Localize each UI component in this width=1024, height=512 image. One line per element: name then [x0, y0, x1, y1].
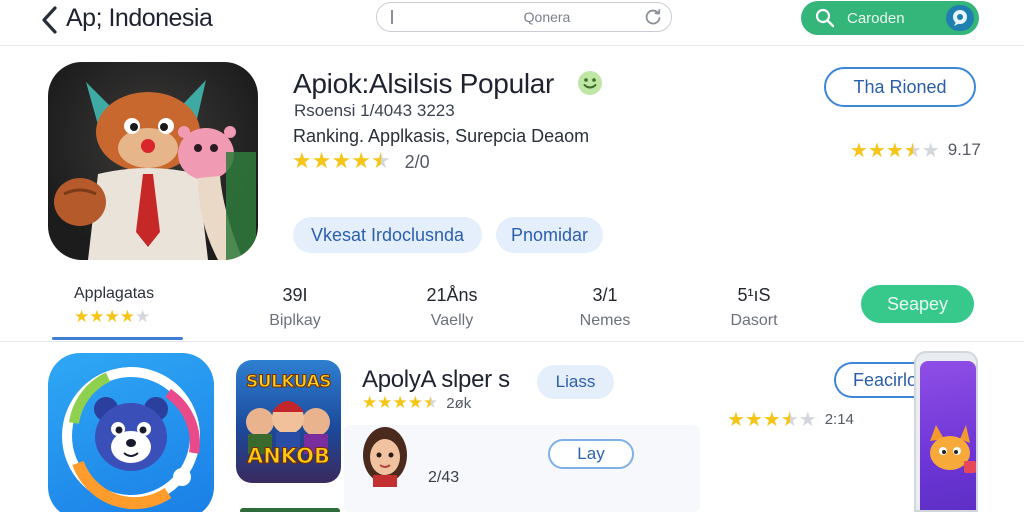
list-right-rating: ★ ★ ★ ★ ★ 2:14 — [727, 409, 854, 429]
star-icon: ★ — [89, 307, 105, 327]
side-rating-value: 9.17 — [947, 140, 981, 159]
tag-pill-2[interactable]: Pnomidar — [496, 217, 603, 253]
app-title: Ap; Indonesia — [66, 4, 213, 32]
stat-item-2: 21Åns Vaelly — [410, 285, 494, 330]
list-item-rating-value: 2øk — [446, 395, 472, 412]
featured-rating-value: 2/0 — [404, 151, 430, 172]
star-icon: ★ — [423, 393, 439, 413]
stat-value: 5¹ıS — [737, 285, 771, 305]
phone-preview — [914, 351, 978, 512]
stat-item-1: 39I Biplkay — [255, 285, 335, 330]
stat-applications-tab[interactable]: Applagatas ★ ★ ★ ★ ★ — [74, 285, 154, 326]
star-icon: ★ — [331, 149, 352, 174]
star-icon: ★ — [74, 307, 90, 327]
featured-app-icon[interactable] — [48, 62, 258, 260]
phone-screen — [920, 361, 976, 510]
star-icon: ★ — [292, 149, 312, 174]
game-icon-title-bottom: ANKOB — [246, 444, 330, 469]
featured-rating: ★ ★ ★ ★ ★ 2/0 — [292, 151, 430, 173]
search-input[interactable] — [467, 7, 627, 27]
list-item-tag[interactable]: Liass — [537, 365, 614, 399]
star-icon: ★ — [135, 307, 151, 327]
star-icon: ★ — [392, 393, 408, 413]
lay-button[interactable]: Lay — [548, 439, 634, 469]
star-icon: ★ — [377, 393, 393, 413]
star-icon: ★ — [104, 307, 120, 327]
active-tab-underline — [52, 337, 183, 340]
stat-label: Nemes — [579, 312, 631, 329]
stat-applications-rating: ★ ★ ★ ★ ★ — [74, 309, 154, 326]
stat-label: Dasort — [730, 312, 778, 329]
stat-label: Biplkay — [269, 312, 321, 329]
side-rating: ★ ★ ★ ★ ★ 9.17 — [850, 140, 981, 160]
star-icon: ★ — [727, 407, 745, 431]
stat-label: Vaelly — [430, 312, 474, 329]
list-item-title[interactable]: ApolyA slper s — [362, 366, 510, 394]
search-cta-button[interactable]: Caroden — [801, 1, 979, 35]
featured-subtitle: Rsoensi 1/4043 3223 — [294, 101, 455, 120]
star-icon: ★ — [850, 138, 868, 162]
next-row-strip — [240, 508, 340, 512]
star-icon: ★ — [798, 407, 817, 431]
star-icon: ★ — [370, 149, 391, 174]
featured-ranking: Ranking. Applkasis, Surepcia Deaom — [293, 126, 590, 146]
rated-button[interactable]: Tha Rioned — [824, 67, 976, 107]
stats-row: Applagatas ★ ★ ★ ★ ★ 39I Biplkay 21Åns Vaell… — [0, 276, 1024, 342]
search-bar[interactable] — [376, 2, 672, 32]
stats-action-button[interactable]: Seapey — [861, 285, 974, 323]
list-item-rating: ★ ★ ★ ★ ★ 2øk — [362, 393, 472, 413]
top-bar: Ap; Indonesia Caroden — [0, 0, 1024, 46]
star-icon: ★ — [762, 407, 781, 431]
star-icon: ★ — [362, 393, 378, 413]
star-icon: ★ — [407, 393, 423, 413]
back-chevron-icon[interactable] — [38, 5, 62, 35]
chat-bubble-icon[interactable] — [946, 5, 974, 31]
stat-item-4: 5¹ıS Dasort — [714, 285, 794, 330]
star-icon: ★ — [903, 138, 922, 162]
star-icon: ★ — [921, 138, 940, 162]
star-icon: ★ — [885, 138, 904, 162]
cat-character-illustration — [930, 425, 976, 473]
star-icon: ★ — [311, 149, 332, 174]
stat-applications-label: Applagatas — [74, 285, 155, 302]
tag-pill-1[interactable]: Vkesat Irdoclusnda — [293, 217, 482, 253]
stat-value: 39I — [282, 285, 308, 305]
star-icon: ★ — [744, 407, 763, 431]
fox-character-illustration — [54, 80, 256, 260]
star-icon: ★ — [867, 138, 886, 162]
list-right-rating-value: 2:14 — [824, 410, 854, 428]
sub-item-value: 2/43 — [428, 469, 460, 486]
stat-item-3: 3/1 Nemes — [565, 285, 645, 330]
star-icon: ★ — [351, 149, 371, 174]
stat-value: 3/1 — [592, 285, 618, 305]
avatar — [363, 427, 407, 487]
refresh-icon[interactable] — [643, 7, 663, 27]
bear-logo-illustration — [62, 367, 200, 510]
star-icon: ★ — [780, 407, 799, 431]
featured-title: Apiok:Alsilsis Popular — [293, 68, 555, 99]
magnifier-icon — [815, 8, 835, 28]
stat-value: 21Åns — [426, 285, 478, 305]
smiley-icon — [578, 71, 602, 95]
cta-label: Caroden — [847, 10, 905, 27]
text-cursor — [391, 10, 393, 24]
game-app-icon[interactable]: SULKUAS ANKOB — [236, 360, 341, 483]
star-icon: ★ — [119, 307, 135, 327]
bear-app-icon[interactable] — [48, 353, 214, 512]
